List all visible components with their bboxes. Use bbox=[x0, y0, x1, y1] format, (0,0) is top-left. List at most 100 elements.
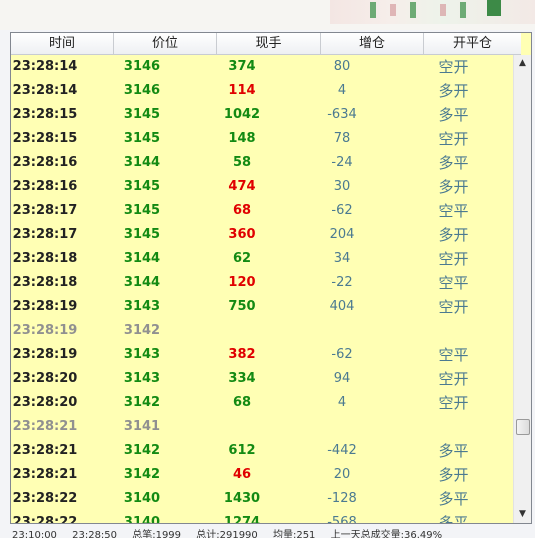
table-row[interactable]: 23:28:21 3141 bbox=[11, 415, 516, 439]
cell-open-interest: -634 bbox=[327, 107, 357, 122]
status-end-time: 23:28:50 bbox=[72, 530, 118, 538]
vertical-scrollbar[interactable]: ▲ ▼ bbox=[513, 55, 531, 523]
table-row[interactable]: 23:28:21 3142 46 20 多开 bbox=[11, 463, 516, 487]
cell-open-interest: -568 bbox=[327, 515, 357, 524]
cell-price: 3143 bbox=[123, 371, 161, 386]
table-row[interactable]: 23:28:20 3143 334 94 空开 bbox=[11, 367, 516, 391]
table-row[interactable]: 23:28:14 3146 374 80 空开 bbox=[11, 55, 516, 79]
cell-price: 3142 bbox=[123, 443, 161, 458]
table-row[interactable]: 23:28:16 3145 474 30 多开 bbox=[11, 175, 516, 199]
table-row[interactable]: 23:28:18 3144 62 34 空开 bbox=[11, 247, 516, 271]
cell-price: 3142 bbox=[123, 323, 161, 338]
column-header-open-interest[interactable]: 增仓 bbox=[321, 33, 424, 54]
cell-price: 3145 bbox=[123, 107, 161, 122]
cell-volume: 612 bbox=[228, 443, 256, 458]
cell-time: 23:28:17 bbox=[12, 227, 78, 242]
cell-price: 3146 bbox=[123, 59, 161, 74]
cell-time: 23:28:22 bbox=[12, 515, 78, 524]
cell-open-interest bbox=[311, 415, 373, 439]
table-row[interactable]: 23:28:15 3145 148 78 空开 bbox=[11, 127, 516, 151]
cell-open-interest: 94 bbox=[333, 371, 351, 386]
table-row[interactable]: 23:28:16 3144 58 -24 多平 bbox=[11, 151, 516, 175]
table-row[interactable]: 23:28:22 3140 1430 -128 多平 bbox=[11, 487, 516, 511]
cell-volume: 374 bbox=[228, 59, 256, 74]
cell-open-close: 多平 bbox=[438, 154, 469, 172]
cell-open-close: 多平 bbox=[438, 490, 469, 508]
cell-open-close: 多开 bbox=[438, 466, 469, 484]
table-row[interactable]: 23:28:15 3145 1042 -634 多平 bbox=[11, 103, 516, 127]
table-header: 时间 价位 现手 增仓 开平仓 bbox=[11, 33, 521, 55]
cell-open-close: 多平 bbox=[438, 106, 469, 124]
column-header-price[interactable]: 价位 bbox=[114, 33, 217, 54]
cell-volume: 58 bbox=[232, 155, 252, 170]
cell-open-close: 多开 bbox=[438, 178, 469, 196]
cell-time: 23:28:16 bbox=[12, 179, 78, 194]
table-row[interactable]: 23:28:17 3145 360 204 多开 bbox=[11, 223, 516, 247]
cell-time: 23:28:18 bbox=[12, 275, 78, 290]
table-row[interactable]: 23:28:17 3145 68 -62 空平 bbox=[11, 199, 516, 223]
cell-open-close: 多开 bbox=[438, 82, 469, 100]
scroll-down-arrow-icon[interactable]: ▼ bbox=[514, 506, 531, 523]
status-count: 总笔:1999 bbox=[132, 530, 182, 538]
tick-rows: 23:28:14 3146 374 80 空开 23:28:14 3146 114 4 多开 23:… bbox=[11, 55, 516, 524]
table-row[interactable]: 23:28:19 3142 bbox=[11, 319, 516, 343]
cell-open-close: 空开 bbox=[438, 394, 469, 412]
table-row[interactable]: 23:28:14 3146 114 4 多开 bbox=[11, 79, 516, 103]
table-row[interactable]: 23:28:19 3143 382 -62 空平 bbox=[11, 343, 516, 367]
table-row[interactable]: 23:28:18 3144 120 -22 空平 bbox=[11, 271, 516, 295]
cell-volume bbox=[211, 415, 273, 439]
table-row[interactable]: 23:28:21 3142 612 -442 多平 bbox=[11, 439, 516, 463]
cell-open-close bbox=[426, 415, 481, 439]
cell-volume: 1042 bbox=[223, 107, 261, 122]
cell-open-interest: 4 bbox=[337, 83, 347, 98]
column-header-time[interactable]: 时间 bbox=[11, 33, 114, 54]
cell-open-close: 空开 bbox=[438, 250, 469, 268]
scroll-up-arrow-icon[interactable]: ▲ bbox=[514, 55, 531, 72]
cell-time: 23:28:14 bbox=[12, 59, 78, 74]
cell-price: 3145 bbox=[123, 131, 161, 146]
cell-open-interest: 204 bbox=[329, 227, 355, 242]
cell-price: 3146 bbox=[123, 83, 161, 98]
cell-volume: 474 bbox=[228, 179, 256, 194]
status-total: 总计:291990 bbox=[196, 530, 258, 538]
cell-volume: 148 bbox=[228, 131, 256, 146]
cell-time: 23:28:17 bbox=[12, 203, 78, 218]
cell-time: 23:28:18 bbox=[12, 251, 78, 266]
table-row[interactable]: 23:28:19 3143 750 404 空开 bbox=[11, 295, 516, 319]
cell-volume bbox=[211, 319, 273, 343]
cell-open-close: 空开 bbox=[438, 298, 469, 316]
table-row[interactable]: 23:28:20 3142 68 4 空开 bbox=[11, 391, 516, 415]
scrollbar-thumb[interactable] bbox=[516, 419, 530, 435]
cell-time: 23:28:19 bbox=[12, 299, 78, 314]
cell-open-close: 多开 bbox=[438, 226, 469, 244]
column-header-open-close[interactable]: 开平仓 bbox=[424, 33, 521, 54]
cell-time: 23:28:15 bbox=[12, 107, 78, 122]
cell-open-interest: 20 bbox=[333, 467, 351, 482]
cell-price: 3144 bbox=[123, 155, 161, 170]
cell-open-interest: 4 bbox=[337, 395, 347, 410]
cell-volume: 382 bbox=[228, 347, 256, 362]
cell-open-close: 空开 bbox=[438, 58, 469, 76]
cell-price: 3143 bbox=[123, 299, 161, 314]
cell-time: 23:28:15 bbox=[12, 131, 78, 146]
cell-price: 3144 bbox=[123, 275, 161, 290]
table-row[interactable]: 23:28:22 3140 1274 -568 多平 bbox=[11, 511, 516, 524]
cell-time: 23:28:21 bbox=[12, 419, 78, 434]
status-bar: 23:10:00 23:28:50 总笔:1999 总计:291990 均量:2… bbox=[12, 526, 535, 538]
cell-open-interest: -22 bbox=[331, 275, 353, 290]
tick-table: 时间 价位 现手 增仓 开平仓 23:28:14 3146 374 80 空开 23:28… bbox=[10, 32, 532, 524]
cell-open-interest: -24 bbox=[331, 155, 353, 170]
cell-volume: 360 bbox=[228, 227, 256, 242]
cell-volume: 120 bbox=[228, 275, 256, 290]
cell-open-interest: -62 bbox=[331, 347, 353, 362]
cell-open-close: 空平 bbox=[438, 274, 469, 292]
cell-open-interest: 30 bbox=[333, 179, 351, 194]
cell-open-interest: 404 bbox=[329, 299, 355, 314]
column-header-volume[interactable]: 现手 bbox=[217, 33, 321, 54]
cell-time: 23:28:19 bbox=[12, 323, 78, 338]
cell-price: 3142 bbox=[123, 467, 161, 482]
cell-volume: 750 bbox=[228, 299, 256, 314]
cell-open-interest: 34 bbox=[333, 251, 351, 266]
cell-price: 3145 bbox=[123, 203, 161, 218]
status-average: 均量:251 bbox=[272, 530, 316, 538]
